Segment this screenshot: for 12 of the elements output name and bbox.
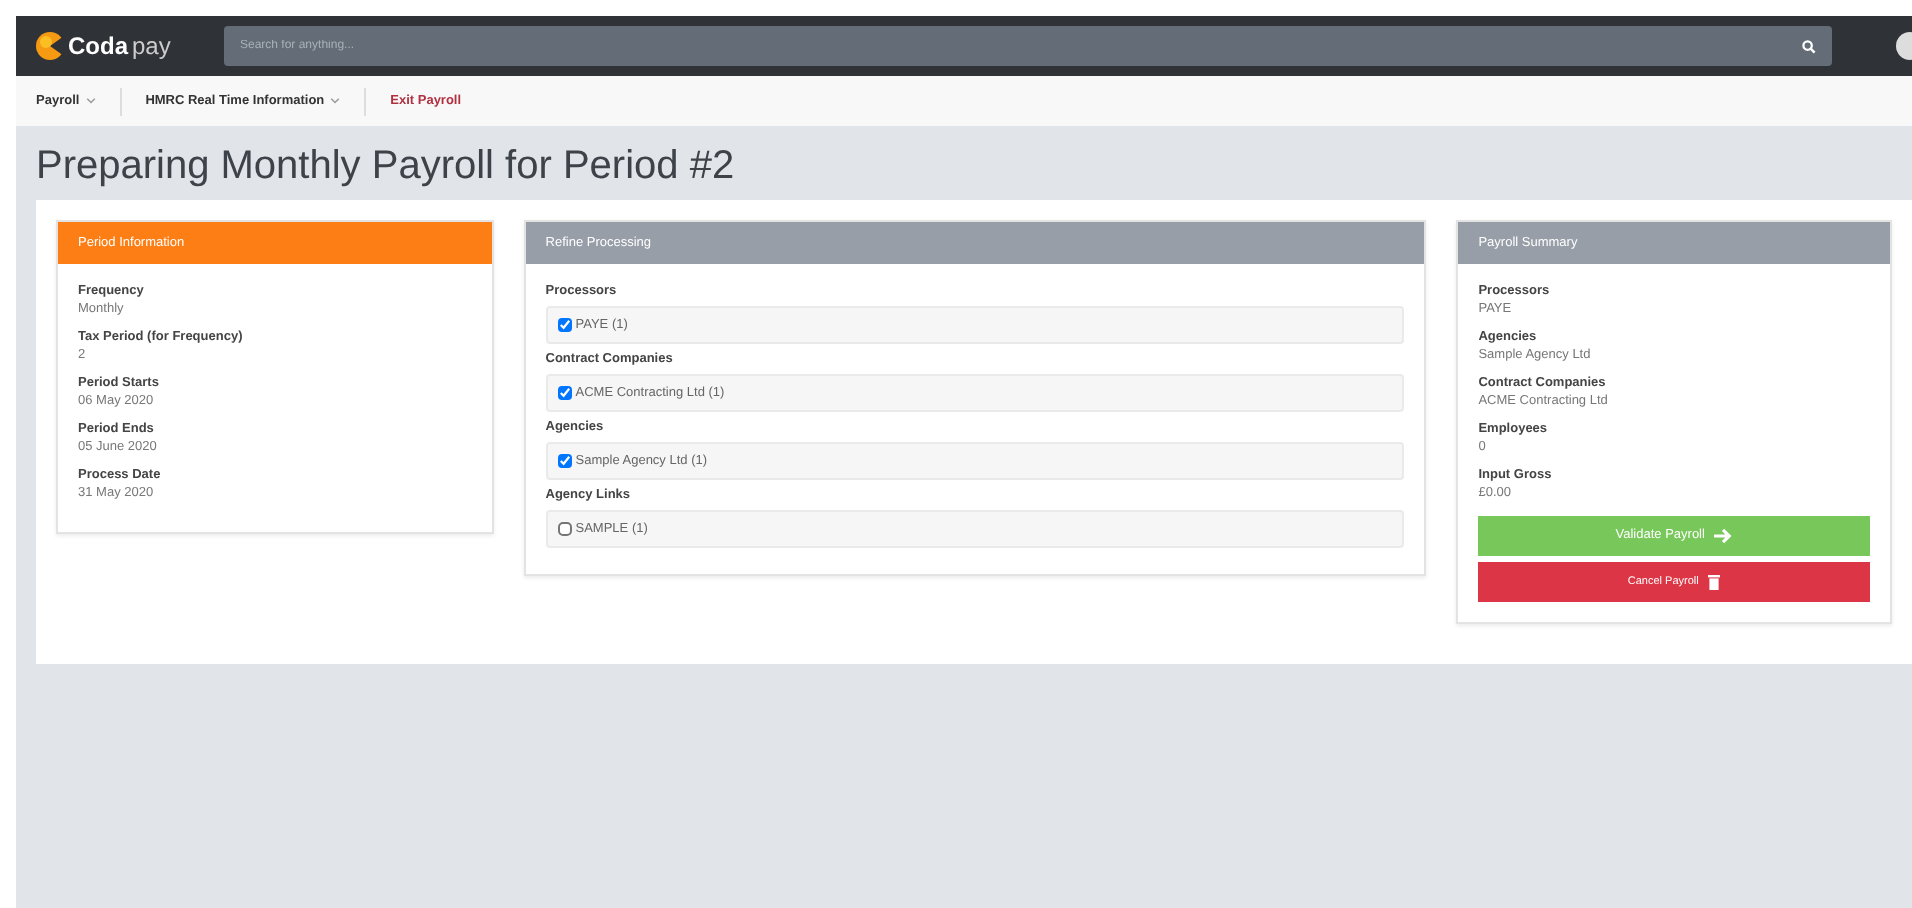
logo-icon bbox=[36, 32, 64, 60]
arrow-right-icon bbox=[1714, 528, 1733, 544]
checkbox[interactable] bbox=[557, 318, 572, 332]
trash-icon bbox=[1708, 574, 1721, 590]
app-logo[interactable]: Coda pay bbox=[36, 28, 196, 64]
page-title: Preparing Monthly Payroll for Period #2 bbox=[36, 142, 737, 190]
checkbox[interactable] bbox=[557, 522, 572, 536]
caret-icon bbox=[330, 98, 341, 104]
caret-icon bbox=[85, 98, 96, 104]
checkbox[interactable] bbox=[557, 386, 572, 400]
checkbox[interactable] bbox=[557, 454, 572, 468]
search-icon bbox=[1802, 39, 1816, 53]
